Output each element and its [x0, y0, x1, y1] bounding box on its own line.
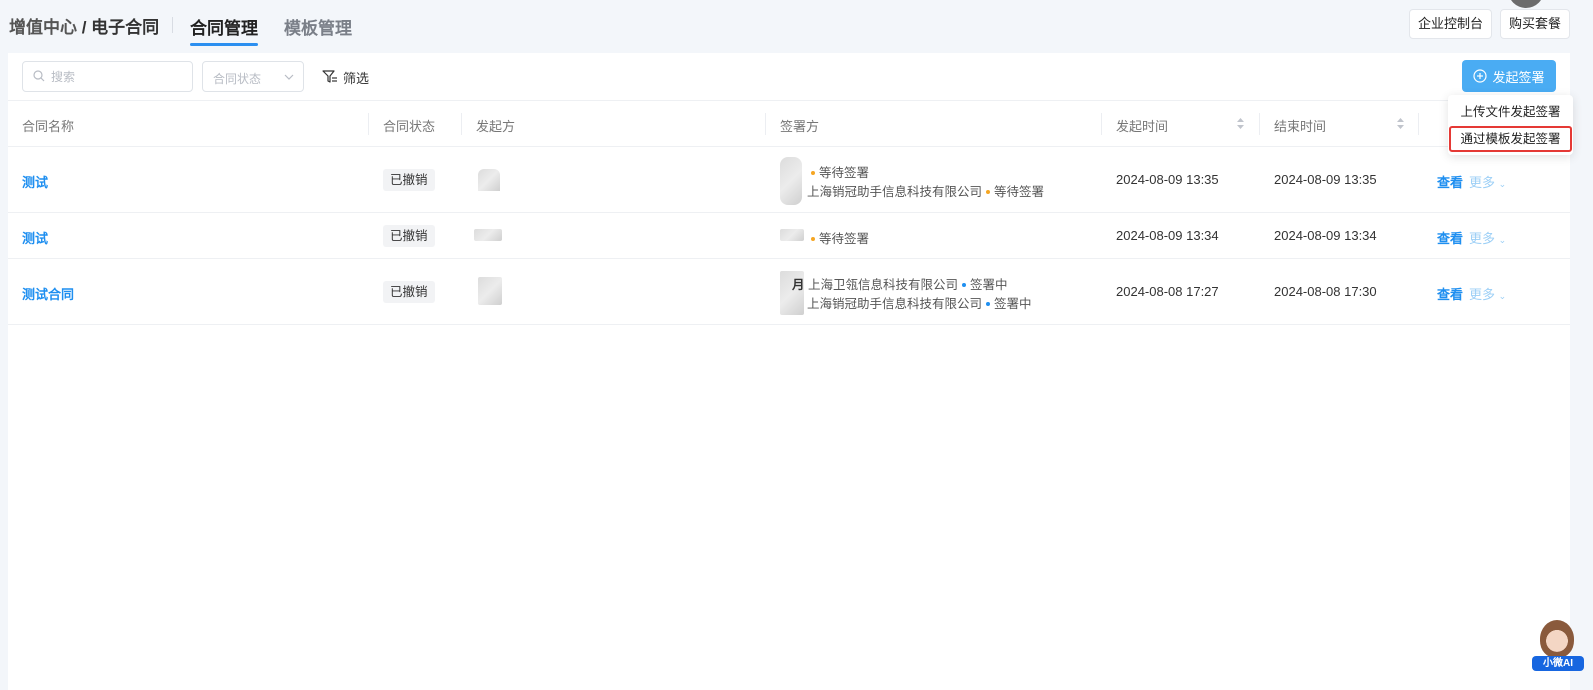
breadcrumb: 增值中心 / 电子合同: [9, 13, 159, 38]
waiting-dot-icon: [811, 236, 815, 241]
column-header-status: 合同状态: [383, 119, 436, 134]
header-divider: [172, 17, 173, 33]
signer-company: 上海销冠助手信息科技有限公司: [807, 297, 983, 311]
more-label: 更多: [1469, 287, 1496, 302]
launch-signing-button[interactable]: 发起签署: [1462, 60, 1556, 92]
signer-company: 上海销冠助手信息科技有限公司: [807, 185, 983, 199]
launch-signing-label: 发起签署: [1492, 69, 1545, 85]
sort-icon[interactable]: [1237, 118, 1244, 129]
more-label: 更多: [1469, 231, 1496, 246]
breadcrumb-separator: /: [77, 18, 92, 37]
search-input[interactable]: [51, 68, 186, 86]
view-link[interactable]: 查看: [1437, 172, 1463, 191]
more-menu[interactable]: 更多 ⌄: [1469, 172, 1506, 191]
signer-entry: 上海销冠助手信息科技有限公司 等待签署: [807, 181, 1044, 200]
toolbar: 合同状态 筛选 发起签署: [8, 53, 1570, 101]
status-badge: 已撤销: [383, 281, 435, 303]
view-link[interactable]: 查看: [1437, 284, 1463, 303]
signer-prefix: 月: [792, 278, 805, 292]
search-icon: [33, 70, 45, 82]
signer-avatar-blurred: [780, 229, 804, 241]
more-label: 更多: [1469, 175, 1496, 190]
signer-state: 签署中: [994, 297, 1032, 311]
status-badge: 已撤销: [383, 169, 435, 191]
column-divider: [1259, 113, 1260, 135]
contract-status-select[interactable]: 合同状态: [202, 61, 304, 92]
signing-dot-icon: [962, 282, 967, 287]
initiator-avatar-blurred: [478, 169, 500, 191]
initiator-avatar-blurred: [474, 229, 502, 241]
column-divider: [368, 113, 369, 135]
column-header-start-time[interactable]: 发起时间: [1116, 116, 1168, 135]
column-divider: [461, 113, 462, 135]
signing-dot-icon: [986, 301, 991, 306]
chevron-down-icon: ⌄: [1498, 235, 1507, 245]
signer-avatar-blurred: [780, 157, 802, 205]
signer-state: 签署中: [970, 278, 1008, 292]
waiting-dot-icon: [986, 189, 991, 194]
signer-company: 上海卫瓴信息科技有限公司: [808, 278, 959, 292]
column-divider: [765, 113, 766, 135]
assistant-label: 小微AI: [1532, 656, 1584, 671]
start-time: 2024-08-08 17:27: [1116, 284, 1219, 299]
enterprise-console-button[interactable]: 企业控制台: [1409, 9, 1492, 39]
buy-package-button[interactable]: 购买套餐: [1500, 9, 1570, 39]
assistant-avatar-icon: [1540, 620, 1574, 658]
start-time: 2024-08-09 13:34: [1116, 228, 1219, 243]
chevron-down-icon: ⌄: [1498, 179, 1507, 189]
plus-circle-icon: [1473, 69, 1488, 83]
signer-entry: 等待签署: [807, 162, 869, 181]
status-select-placeholder: 合同状态: [213, 72, 262, 86]
table-row: 测试 已撤销 等待签署 上海销冠助手信息科技有限公司 等待签署 2024-08-0…: [8, 147, 1570, 213]
ai-assistant-widget[interactable]: 小微AI: [1532, 620, 1584, 672]
column-header-name: 合同名称: [22, 119, 75, 134]
initiator-avatar-blurred: [478, 277, 502, 305]
menu-item-template-signing[interactable]: 通过模板发起签署: [1449, 126, 1572, 152]
filter-label: 筛选: [343, 70, 370, 86]
signer-entry: 上海销冠助手信息科技有限公司 签署中: [807, 293, 1032, 312]
signer-state: 等待签署: [994, 185, 1045, 199]
end-time: 2024-08-09 13:34: [1274, 228, 1377, 243]
waiting-dot-icon: [811, 170, 815, 175]
more-menu[interactable]: 更多 ⌄: [1469, 228, 1506, 247]
table-header: 合同名称 合同状态 发起方 签署方 发起时间 结束时间: [8, 100, 1570, 147]
table-row: 测试 已撤销 等待签署 2024-08-09 13:34 2024-08-09 …: [8, 213, 1570, 259]
status-badge: 已撤销: [383, 225, 435, 247]
filter-button[interactable]: 筛选: [322, 67, 369, 87]
filter-icon: [322, 70, 337, 83]
menu-item-upload-file-signing[interactable]: 上传文件发起签署: [1448, 99, 1573, 125]
launch-signing-menu: 上传文件发起签署 通过模板发起签署: [1448, 95, 1573, 155]
sort-icon[interactable]: [1397, 118, 1404, 129]
start-time: 2024-08-09 13:35: [1116, 172, 1219, 187]
column-header-signers: 签署方: [780, 119, 820, 134]
signer-entry: 月 上海卫瓴信息科技有限公司 签署中: [792, 274, 1008, 293]
column-divider: [1101, 113, 1102, 135]
chevron-down-icon: [284, 74, 294, 80]
signer-state: 等待签署: [819, 232, 870, 246]
tab-contract-management[interactable]: 合同管理: [190, 14, 258, 46]
view-link[interactable]: 查看: [1437, 228, 1463, 247]
column-header-initiator: 发起方: [476, 119, 516, 134]
table-row: 测试合同 已撤销 月 上海卫瓴信息科技有限公司 签署中 上海销冠助手信息科技有限公…: [8, 259, 1570, 325]
breadcrumb-current: 电子合同: [91, 18, 160, 37]
end-time: 2024-08-08 17:30: [1274, 284, 1377, 299]
signer-entry: 等待签署: [807, 228, 869, 247]
contract-list-panel: 合同状态 筛选 发起签署 合同名称 合同状态 发起方: [8, 53, 1570, 690]
column-header-end-time[interactable]: 结束时间: [1274, 116, 1326, 135]
contract-name-link[interactable]: 测试合同: [22, 284, 74, 303]
signer-state: 等待签署: [819, 166, 870, 180]
tab-template-management[interactable]: 模板管理: [284, 14, 352, 39]
contract-name-link[interactable]: 测试: [22, 172, 48, 191]
column-divider: [1418, 113, 1419, 135]
user-avatar[interactable]: [1508, 0, 1544, 8]
breadcrumb-parent[interactable]: 增值中心: [9, 18, 77, 37]
top-header: 增值中心 / 电子合同 合同管理 模板管理 企业控制台 购买套餐: [0, 0, 1593, 50]
contract-name-link[interactable]: 测试: [22, 228, 48, 247]
end-time: 2024-08-09 13:35: [1274, 172, 1377, 187]
search-box[interactable]: [22, 61, 193, 92]
more-menu[interactable]: 更多 ⌄: [1469, 284, 1506, 303]
chevron-down-icon: ⌄: [1498, 291, 1507, 301]
